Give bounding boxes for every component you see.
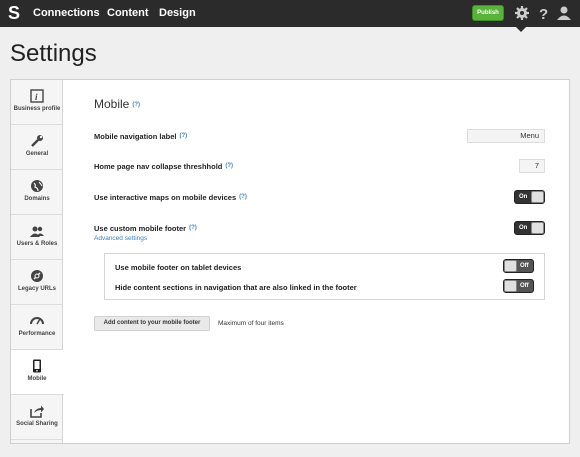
section-title: Mobile (?)	[94, 97, 141, 111]
mobile-nav-label-input[interactable]: Menu	[467, 129, 545, 143]
sidebar-item-users-roles[interactable]: Users & Roles	[11, 215, 63, 260]
mobile-settings-content: Mobile (?) Mobile navigation label (?) Men…	[64, 80, 569, 443]
sidebar-item-domains[interactable]: Domains	[11, 170, 63, 215]
top-bar: S Connections Content Design Publish ?	[0, 0, 580, 27]
mobile-icon	[33, 359, 41, 373]
gauge-icon	[30, 317, 44, 325]
globe-icon	[31, 180, 43, 192]
help-link[interactable]: (?)	[239, 194, 247, 200]
sidebar-item-label: Legacy URLs	[17, 286, 56, 292]
help-link[interactable]: (?)	[189, 225, 197, 231]
share-icon	[30, 405, 44, 418]
active-caret	[516, 27, 526, 32]
help-icon[interactable]: ?	[535, 5, 551, 21]
user-icon[interactable]	[556, 5, 572, 21]
custom-footer-toggle[interactable]: On	[514, 221, 545, 235]
sidebar-item-performance[interactable]: Performance	[11, 305, 63, 350]
info-icon: i	[30, 89, 44, 103]
toggle-knob	[531, 191, 544, 203]
sidebar-item-general[interactable]: General	[11, 125, 63, 170]
hide-sections-label: Hide content sections in navigation that…	[115, 283, 357, 292]
sidebar-item-social-sharing[interactable]: Social Sharing	[11, 395, 63, 440]
interactive-maps-toggle[interactable]: On	[514, 190, 545, 204]
sidebar-item-label: Users & Roles	[16, 241, 58, 247]
advanced-footer-settings: Use mobile footer on tablet devices Off …	[104, 253, 545, 300]
interactive-maps-row: Use interactive maps on mobile devices (?…	[94, 193, 247, 202]
collapse-threshold-input[interactable]: 7	[519, 159, 545, 173]
tablet-footer-label: Use mobile footer on tablet devices	[115, 263, 242, 272]
nav-content[interactable]: Content	[107, 0, 149, 27]
sidebar-item-label: Domains	[24, 196, 50, 202]
nav-connections[interactable]: Connections	[33, 0, 100, 27]
svg-text:i: i	[35, 92, 38, 102]
custom-footer-row: Use custom mobile footer (?)	[94, 224, 197, 233]
sidebar-item-label: General	[25, 151, 49, 157]
collapse-threshold-row: Home page nav collapse threshhold (?)	[94, 162, 234, 171]
page-title: Settings	[10, 40, 97, 67]
help-link[interactable]: (?)	[180, 133, 188, 139]
link-icon	[31, 270, 43, 282]
toggle-knob	[504, 280, 517, 292]
nav-label-row: Mobile navigation label (?)	[94, 132, 188, 141]
sidebar-item-label: Business profile	[13, 106, 61, 112]
publish-button[interactable]: Publish	[472, 5, 504, 21]
sidebar-item-business-profile[interactable]: i Business profile	[11, 80, 63, 125]
add-footer-content-button[interactable]: Add content to your mobile footer	[94, 316, 210, 331]
logo[interactable]: S	[8, 3, 22, 23]
settings-sidebar: i Business profile General Domains Users…	[11, 80, 64, 443]
sidebar-item-label: Performance	[18, 331, 56, 337]
hide-sections-toggle[interactable]: Off	[503, 279, 534, 293]
toggle-knob	[531, 222, 544, 234]
sidebar-item-label: Social Sharing	[16, 421, 58, 427]
help-link[interactable]: (?)	[225, 163, 233, 169]
sidebar-item-legacy-urls[interactable]: Legacy URLs	[11, 260, 63, 305]
toggle-knob	[504, 260, 517, 272]
tablet-footer-toggle[interactable]: Off	[503, 259, 534, 273]
max-items-note: Maximum of four items	[218, 320, 284, 327]
users-icon	[30, 226, 44, 237]
settings-panel: i Business profile General Domains Users…	[10, 79, 570, 444]
wrench-icon	[31, 135, 43, 147]
gear-icon[interactable]	[514, 5, 530, 21]
advanced-settings-link[interactable]: Advanced settings	[94, 235, 147, 242]
help-link[interactable]: (?)	[132, 102, 140, 108]
nav-design[interactable]: Design	[159, 0, 196, 27]
sidebar-item-label: Mobile	[27, 376, 47, 382]
sidebar-item-mobile[interactable]: Mobile	[11, 350, 64, 395]
svg-text:?: ?	[539, 6, 548, 21]
